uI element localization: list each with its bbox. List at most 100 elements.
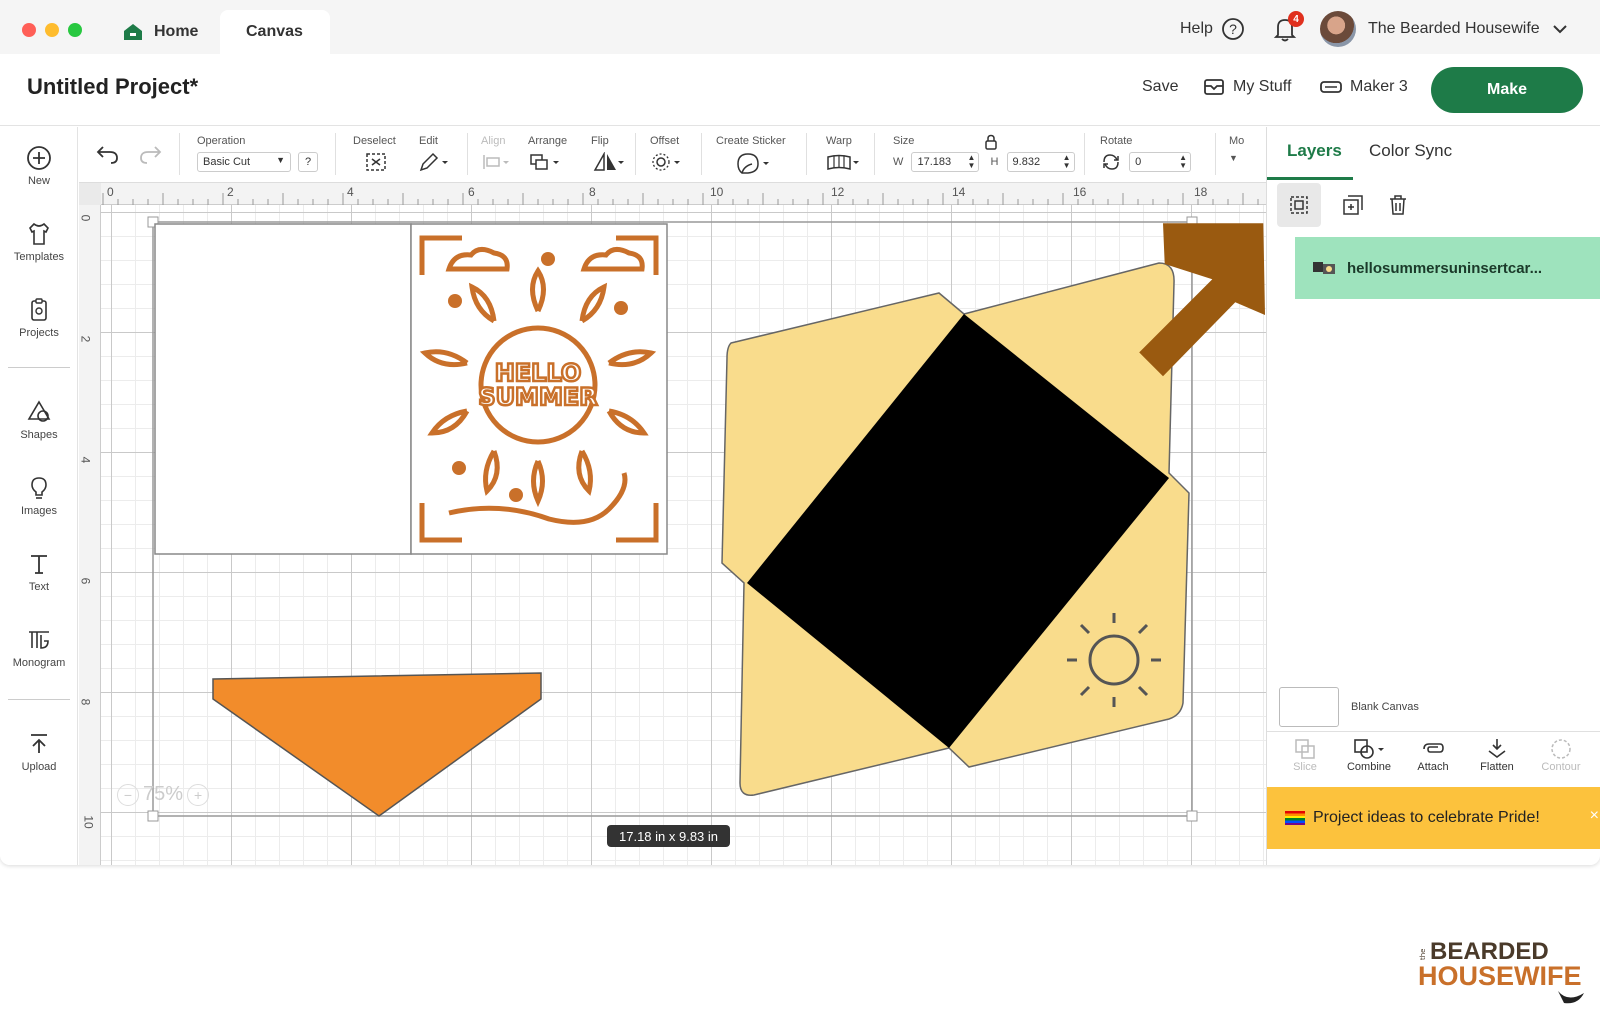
sidebar-item-images[interactable]: Images <box>0 475 78 517</box>
edit-button[interactable]: Edit <box>419 135 451 175</box>
stepper-icon: ▲ ▼ <box>1062 153 1071 170</box>
rotate-input[interactable]: 0 ▲ ▼ <box>1129 152 1192 172</box>
combine-button[interactable]: Combine <box>1337 737 1401 773</box>
group-button[interactable] <box>1277 183 1321 227</box>
sidebar-item-projects[interactable]: Projects <box>0 297 78 339</box>
plus-circle-icon <box>27 146 51 170</box>
blank-card-panel[interactable] <box>154 223 412 555</box>
pencil-icon <box>419 152 448 172</box>
zoom-control[interactable]: − 75% + <box>117 783 210 806</box>
stepper-icon: ▲ ▼ <box>1179 153 1188 170</box>
tab-layers-label: Layers <box>1287 141 1342 160</box>
dropdown-caret-icon: ▼ <box>1229 153 1238 163</box>
arrange-button[interactable]: Arrange <box>528 135 567 175</box>
toolbar-divider <box>1215 133 1216 175</box>
save-label: Save <box>1142 78 1179 95</box>
width-prefix: W <box>893 155 904 168</box>
dropdown-caret-icon: ▼ <box>276 155 285 165</box>
zoom-out-icon[interactable]: − <box>117 783 139 806</box>
create-sticker-button[interactable]: Create Sticker <box>716 135 786 177</box>
selection-handle[interactable] <box>1186 810 1198 822</box>
sidebar-item-upload[interactable]: Upload <box>0 731 78 773</box>
close-window-button[interactable] <box>22 23 36 37</box>
stepper-icon: ▲ ▼ <box>967 153 976 170</box>
undo-icon[interactable] <box>95 143 121 165</box>
offset-button[interactable]: Offset <box>650 135 684 175</box>
machine-button[interactable]: Maker 3 <box>1320 78 1408 96</box>
make-button[interactable]: Make <box>1431 67 1583 113</box>
edit-label: Edit <box>419 135 438 147</box>
beard-icon <box>1558 991 1584 1004</box>
selection-handle[interactable] <box>147 810 159 822</box>
notifications-button[interactable]: 4 <box>1272 11 1304 44</box>
toolbar-divider <box>806 133 807 175</box>
svg-text:?: ? <box>1229 21 1237 37</box>
title-bar: Home Canvas Help ? 4 The Bearded Housewi… <box>0 0 1600 54</box>
sidebar-item-text[interactable]: Text <box>0 551 78 593</box>
flatten-button[interactable]: Flatten <box>1465 737 1529 773</box>
user-menu[interactable]: The Bearded Housewife <box>1320 11 1570 47</box>
warp-icon <box>827 154 859 170</box>
align-button[interactable]: Align <box>481 135 511 175</box>
help-button[interactable]: Help ? <box>1180 14 1245 44</box>
operation-select[interactable]: Basic Cut ▼ <box>197 152 291 172</box>
warp-button[interactable]: Warp <box>826 135 862 175</box>
blank-canvas-item[interactable]: Blank Canvas <box>1279 687 1419 727</box>
tab-home[interactable]: Home <box>110 10 220 54</box>
lock-icon[interactable] <box>984 134 998 150</box>
minimize-window-button[interactable] <box>45 23 59 37</box>
redo-icon[interactable] <box>137 143 163 165</box>
zoom-window-button[interactable] <box>68 23 82 37</box>
rotate-label: Rotate <box>1100 135 1133 147</box>
combine-label: Combine <box>1346 761 1392 773</box>
sidebar-item-new[interactable]: New <box>0 145 78 187</box>
close-banner-icon[interactable]: × <box>1590 807 1599 825</box>
save-button[interactable]: Save <box>1142 78 1178 96</box>
width-input[interactable]: 17.183 ▲ ▼ <box>911 152 980 172</box>
sidebar-item-templates[interactable]: Templates <box>0 221 78 263</box>
layer-group-icon <box>1313 262 1335 274</box>
help-label: Help <box>1180 20 1213 37</box>
promo-banner-text: Project ideas to celebrate Pride! <box>1313 809 1540 826</box>
design-canvas[interactable]: 0 2 4 6 8 10 12 14 16 18 0 2 4 6 8 10 HE… <box>79 183 1266 865</box>
trash-icon[interactable] <box>1386 193 1410 217</box>
operation-help-button[interactable]: ? <box>298 152 319 172</box>
contour-button[interactable]: Contour <box>1529 737 1593 773</box>
sidebar-item-monogram[interactable]: Monogram <box>0 627 78 669</box>
promo-banner[interactable]: Project ideas to celebrate Pride! × <box>1267 787 1600 849</box>
slice-icon <box>1295 739 1315 759</box>
duplicate-icon[interactable] <box>1341 193 1365 217</box>
toolbar-divider <box>874 133 875 175</box>
toolbar-divider <box>701 133 702 175</box>
tab-home-label: Home <box>154 23 199 40</box>
my-stuff-button[interactable]: My Stuff <box>1203 78 1291 96</box>
layer-item[interactable]: hellosummersuninsertcar... <box>1295 237 1600 299</box>
rotate-icon[interactable] <box>1100 152 1122 172</box>
attach-button[interactable]: Attach <box>1401 737 1465 773</box>
deselect-icon <box>366 153 386 171</box>
create-sticker-label: Create Sticker <box>716 135 786 147</box>
edit-toolbar: Operation Basic Cut ▼ ? Deselect Edit Al <box>79 127 1266 183</box>
sidebar-item-label: Text <box>28 581 50 593</box>
orange-flap-shape[interactable] <box>212 672 542 817</box>
card-text-summer: SUMMER <box>478 383 597 411</box>
slice-button[interactable]: Slice <box>1273 737 1337 773</box>
offset-icon <box>652 153 680 171</box>
more-button[interactable]: Mo ▼ <box>1229 135 1244 164</box>
deselect-button[interactable]: Deselect <box>353 135 396 175</box>
zoom-in-icon[interactable]: + <box>187 783 210 806</box>
sidebar-item-label: Upload <box>21 761 57 773</box>
tab-canvas[interactable]: Canvas <box>220 10 330 54</box>
tab-canvas-label: Canvas <box>246 23 303 40</box>
sidebar-item-label: Shapes <box>20 429 58 441</box>
flip-button[interactable]: Flip <box>591 135 625 175</box>
machine-label: Maker 3 <box>1350 78 1408 95</box>
deselect-label: Deselect <box>353 135 396 147</box>
tab-color-sync[interactable]: Color Sync <box>1369 141 1452 161</box>
sidebar-item-shapes[interactable]: Shapes <box>0 399 78 441</box>
tab-layers[interactable]: Layers <box>1287 141 1342 161</box>
page-title[interactable]: Untitled Project* <box>27 74 198 100</box>
height-input[interactable]: 9.832 ▲ ▼ <box>1006 152 1075 172</box>
blank-canvas-swatch <box>1279 687 1339 727</box>
annotation-arrow <box>1139 223 1265 377</box>
